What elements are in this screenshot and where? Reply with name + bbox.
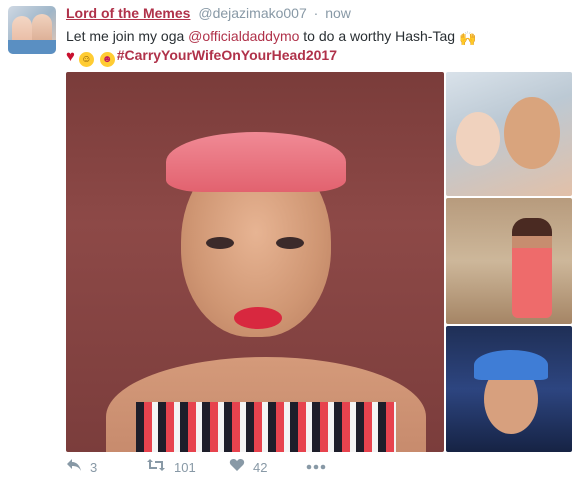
- thumbnail-photo[interactable]: [446, 326, 572, 452]
- reply-count: 3: [90, 459, 98, 475]
- retweet-count: 101: [174, 459, 196, 475]
- photo-shape: [234, 307, 282, 329]
- heart-icon: [229, 458, 245, 476]
- retweet-button[interactable]: 101: [146, 458, 196, 476]
- photo-shape: [276, 237, 304, 249]
- thumbnail-photo[interactable]: [446, 198, 572, 324]
- thumbnail-photo[interactable]: [446, 72, 572, 196]
- avatar-figure: [8, 40, 56, 54]
- like-button[interactable]: 42: [229, 458, 267, 476]
- more-button[interactable]: [306, 458, 326, 474]
- laughing-emoji-icon: ☺: [78, 52, 94, 67]
- photo-shape: [206, 237, 234, 249]
- reply-button[interactable]: 3: [66, 458, 97, 476]
- display-name[interactable]: Lord of the Memes: [66, 5, 190, 21]
- hashtag-link[interactable]: #CarryYourWifeOnYourHead2017: [117, 47, 337, 63]
- photo-shape: [166, 132, 346, 192]
- tweet-text: Let me join my oga @officialdaddymo to d…: [66, 27, 566, 67]
- separator: ·: [313, 5, 319, 21]
- retweet-icon: [146, 458, 166, 476]
- user-handle[interactable]: @dejazimako007: [198, 5, 306, 21]
- tweet-text-part: to do a worthy Hash-Tag: [299, 28, 456, 44]
- reply-icon: [66, 458, 82, 476]
- main-photo[interactable]: [66, 72, 444, 452]
- photo-shape: [474, 350, 548, 380]
- more-icon: [306, 458, 326, 474]
- heart-emoji-icon: ♥: [66, 48, 75, 65]
- tweet: Lord of the Memes @dejazimako007 · now L…: [0, 0, 578, 485]
- kiss-emoji-icon: ☻: [99, 52, 115, 67]
- tweet-header: Lord of the Memes @dejazimako007 · now: [66, 5, 351, 21]
- photo-shape: [504, 97, 560, 169]
- photo-shape: [512, 218, 552, 318]
- timestamp[interactable]: now: [325, 5, 351, 21]
- photo-shape: [456, 112, 500, 166]
- raised-hands-emoji-icon: 🙌: [458, 30, 477, 46]
- media-grid: [66, 72, 572, 452]
- avatar[interactable]: [8, 6, 56, 54]
- tweet-text-part: Let me join my oga: [66, 28, 189, 44]
- mention-link[interactable]: @officialdaddymo: [188, 28, 299, 44]
- photo-shape: [136, 402, 396, 452]
- like-count: 42: [253, 459, 268, 475]
